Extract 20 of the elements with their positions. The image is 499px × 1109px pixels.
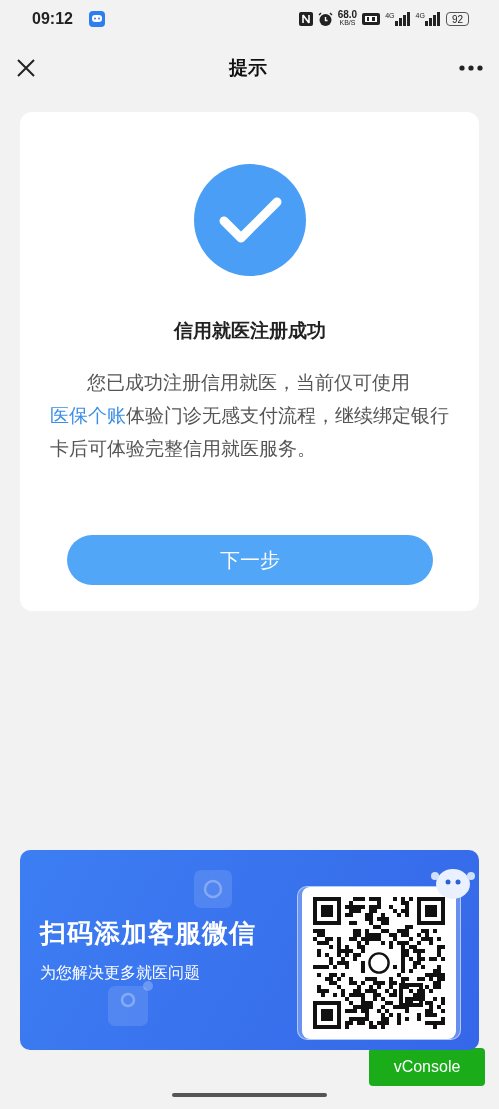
next-step-button[interactable]: 下一步 (66, 535, 433, 585)
signal-icon (394, 12, 411, 26)
app-notification-icon (88, 11, 105, 27)
more-icon (459, 65, 483, 71)
account-link[interactable]: 医保个账 (49, 405, 126, 426)
clock-time: 09:12 (32, 10, 73, 28)
signal-icon (424, 12, 441, 26)
banner-subtitle: 为您解决更多就医问题 (40, 963, 201, 984)
nfc-icon (298, 12, 313, 26)
page-title: 提示 (228, 55, 267, 80)
success-check-icon (193, 164, 306, 276)
close-icon (16, 58, 36, 78)
success-title: 信用就医注册成功 (173, 318, 326, 343)
vconsole-button[interactable]: vConsole (369, 1048, 485, 1086)
battery-level: 92 (451, 13, 463, 25)
alarm-icon (317, 11, 333, 27)
hd-icon (362, 13, 381, 25)
success-message: 您已成功注册信用就医，当前仅可使用 医保个账体验门诊无感支付流程，继续绑定银行卡后可体验完整信用就医服务。 (49, 371, 450, 461)
banner-title: 扫码添加客服微信 (40, 917, 256, 950)
network-speed: 68.0 (337, 11, 358, 19)
